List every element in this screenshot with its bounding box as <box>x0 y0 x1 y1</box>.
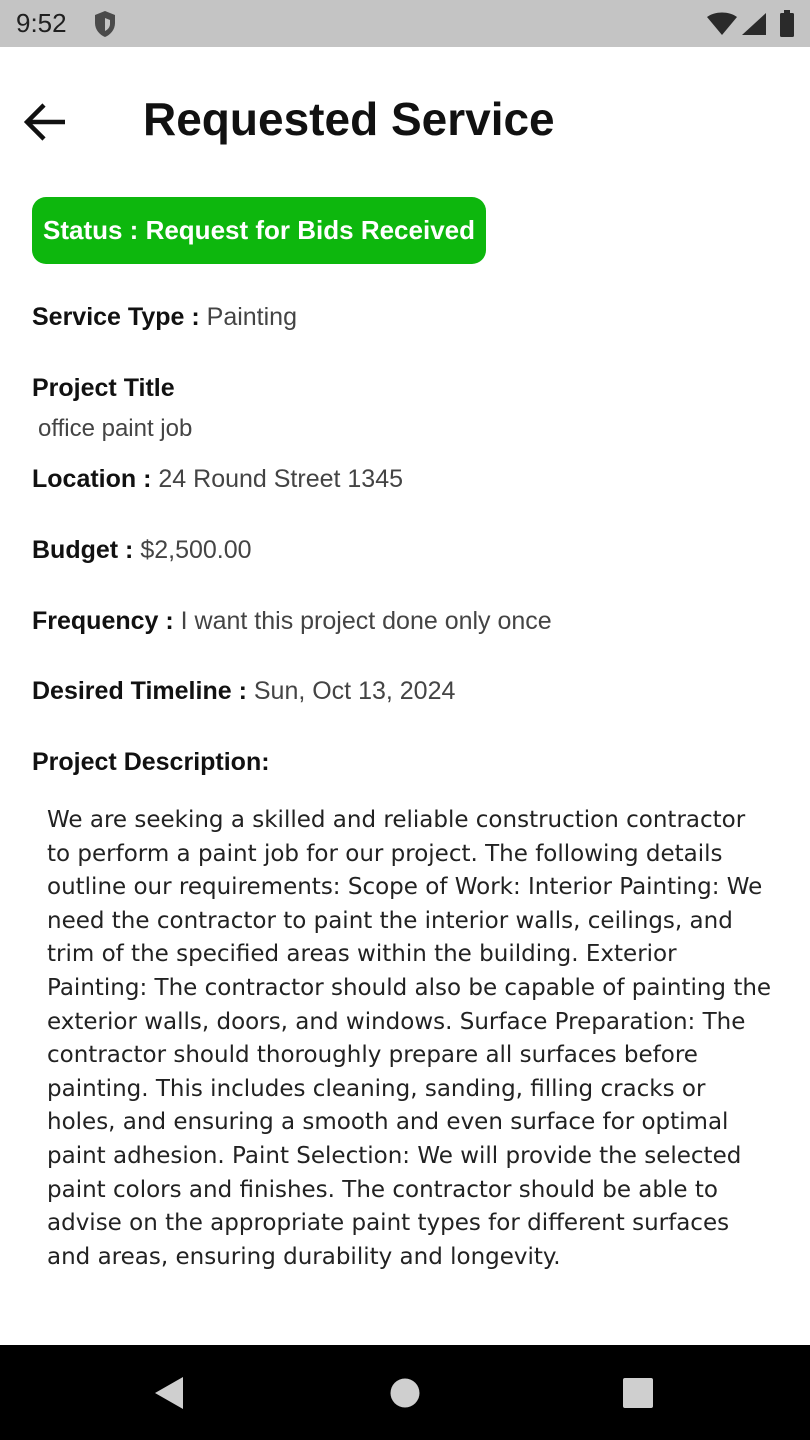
project-description-label: Project Description: <box>32 748 270 776</box>
service-type-field: Service Type : Painting <box>32 303 297 332</box>
frequency-field: Frequency : I want this project done onl… <box>32 607 552 636</box>
project-description-field: Project Description: <box>32 748 270 777</box>
page-title: Requested Service <box>143 93 555 145</box>
budget-label: Budget : <box>32 536 134 564</box>
service-type-label: Service Type : <box>32 303 200 331</box>
budget-field: Budget : $2,500.00 <box>32 536 252 565</box>
project-title-label: Project Title <box>32 374 175 402</box>
desired-timeline-label: Desired Timeline : <box>32 677 247 705</box>
status-badge-text: Status : Request for Bids Received <box>43 215 475 245</box>
status-time: 9:52 <box>16 8 67 38</box>
back-button[interactable] <box>22 98 70 146</box>
nav-home-icon[interactable] <box>385 1373 425 1413</box>
location-field: Location : 24 Round Street 1345 <box>32 465 403 494</box>
frequency-label: Frequency : <box>32 607 174 635</box>
arrow-left-icon <box>24 103 65 141</box>
nav-recents-icon[interactable] <box>618 1373 658 1413</box>
desired-timeline-field: Desired Timeline : Sun, Oct 13, 2024 <box>32 677 455 706</box>
screen: 9:52 Requested Service Status : Request … <box>0 0 810 1440</box>
location-value: 24 Round Street 1345 <box>158 465 404 493</box>
navigation-bar <box>0 1345 810 1440</box>
signal-icon <box>742 13 766 35</box>
project-description-text: We are seeking a skilled and reliable co… <box>47 807 772 1270</box>
wifi-icon <box>707 12 737 35</box>
project-title-value: office paint job <box>38 415 193 442</box>
nav-back-icon[interactable] <box>150 1373 190 1413</box>
location-label: Location : <box>32 465 152 493</box>
frequency-value: I want this project done only once <box>180 607 552 635</box>
shield-icon <box>95 11 115 37</box>
desired-timeline-value: Sun, Oct 13, 2024 <box>253 677 456 705</box>
status-bar: 9:52 <box>0 0 810 47</box>
budget-value: $2,500.00 <box>140 536 252 564</box>
battery-icon <box>780 10 794 37</box>
project-title-field: Project Title <box>32 374 175 403</box>
status-badge: Status : Request for Bids Received <box>32 197 486 264</box>
service-type-value: Painting <box>206 303 297 331</box>
